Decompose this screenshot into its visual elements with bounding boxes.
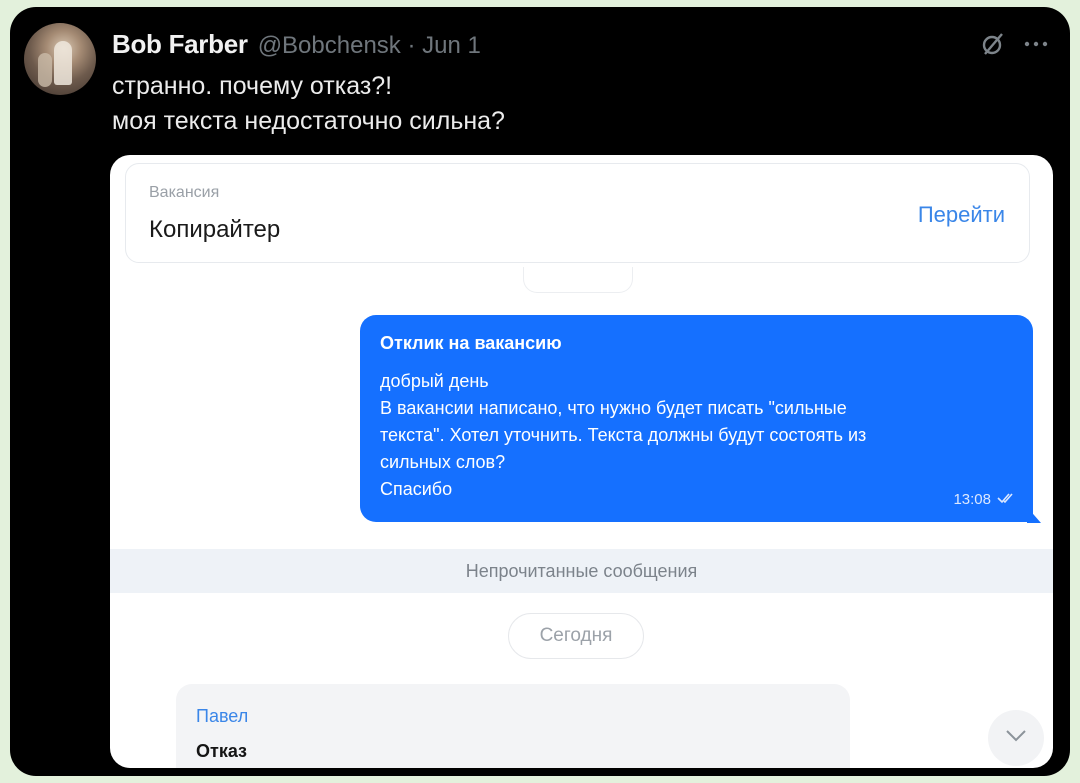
tweet-text-line-1: странно. почему отказ?! [112, 72, 393, 100]
incoming-author[interactable]: Павел [196, 706, 248, 727]
tweet-text-line-2: моя текста недостаточно сильна? [112, 107, 505, 135]
message-title: Отклик на вакансию [380, 333, 562, 353]
unread-label: Непрочитанные сообщения [465, 561, 698, 581]
message-line: Спасибо [380, 479, 453, 499]
vacancy-card: Вакансия Копирайтер Перейти [125, 163, 1030, 263]
chevron-down-icon [1005, 729, 1027, 748]
author-name[interactable]: Bob Farber [112, 29, 248, 60]
tweet-actions [980, 31, 1048, 57]
bubble-tail [1027, 507, 1041, 523]
hidden-date-pill [523, 267, 633, 293]
incoming-message-bubble: Павел Отказ [176, 684, 850, 768]
tweet-card: Bob Farber @Bobchensk · Jun 1 странно. п… [10, 7, 1070, 776]
tweet-text: странно. почему отказ?! моя текста недос… [112, 69, 505, 139]
message-time: 13:08 [953, 491, 991, 508]
tweet-header: Bob Farber @Bobchensk · Jun 1 [112, 29, 481, 63]
message-line: сильных слов? [380, 452, 506, 472]
incoming-text: Отказ [196, 741, 248, 761]
avatar[interactable] [24, 23, 96, 95]
read-checkmarks-icon [997, 491, 1017, 508]
go-to-vacancy-link[interactable]: Перейти [918, 202, 1005, 228]
author-handle-date[interactable]: @Bobchensk · Jun 1 [258, 32, 481, 60]
avatar-figure-secondary [38, 53, 52, 87]
scroll-down-button[interactable] [988, 710, 1044, 766]
grok-icon[interactable] [980, 31, 1006, 57]
message-line: текста". Хотел уточнить. Текста должны б… [380, 425, 867, 445]
outgoing-message-bubble: Отклик на вакансию добрый день В ваканси… [360, 315, 1033, 522]
date-pill: Сегодня [508, 613, 644, 659]
vacancy-label: Вакансия [149, 184, 220, 201]
more-icon[interactable] [1024, 40, 1048, 48]
message-line: добрый день [380, 371, 489, 391]
message-meta: 13:08 [953, 491, 1017, 508]
unread-divider: Непрочитанные сообщения [110, 549, 1053, 593]
attached-screenshot[interactable]: Вакансия Копирайтер Перейти Отклик на ва… [110, 155, 1053, 768]
message-line: В вакансии написано, что нужно будет пис… [380, 398, 847, 418]
vacancy-title: Копирайтер [149, 216, 281, 243]
avatar-figure [54, 41, 72, 85]
